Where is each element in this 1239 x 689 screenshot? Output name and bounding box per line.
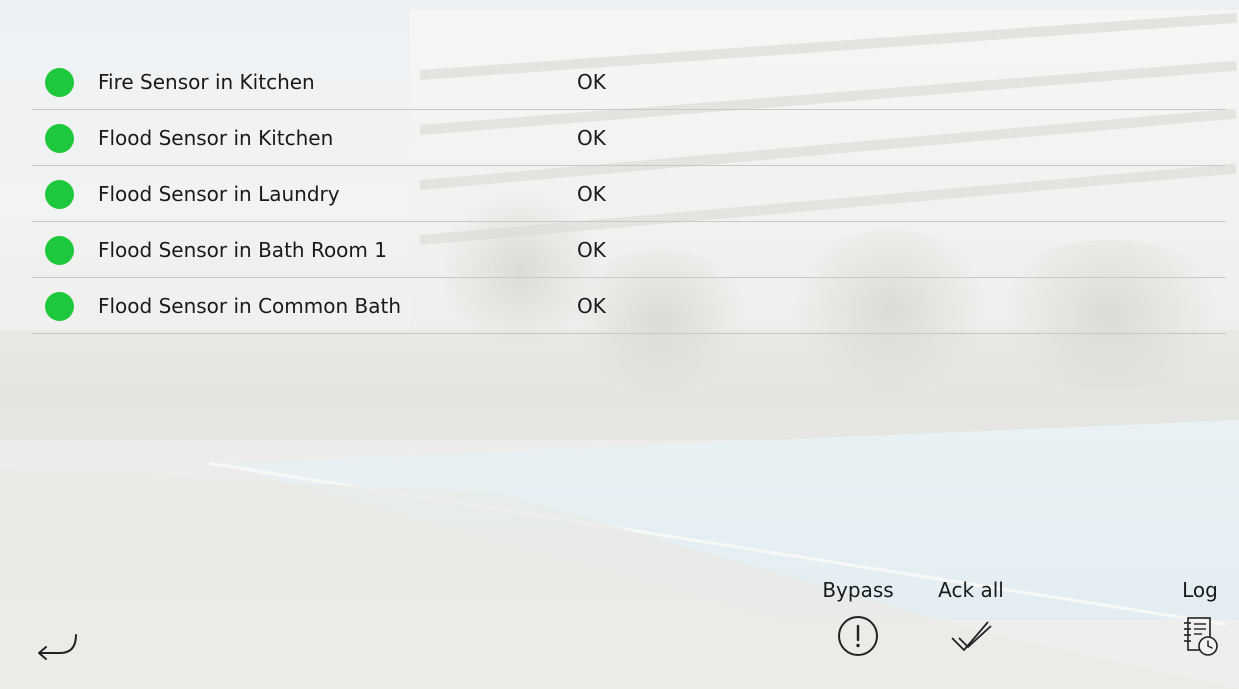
log-button[interactable]: Log <box>1170 578 1230 658</box>
sensor-name: Fire Sensor in Kitchen <box>98 70 315 94</box>
log-label: Log <box>1182 578 1218 602</box>
sensor-row-fire-kitchen[interactable]: Fire Sensor in Kitchen OK <box>32 54 1226 110</box>
sensor-row-flood-kitchen[interactable]: Flood Sensor in Kitchen OK <box>32 110 1226 166</box>
sensor-list: Fire Sensor in Kitchen OK Flood Sensor i… <box>32 54 1226 334</box>
ack-all-label: Ack all <box>938 578 1004 602</box>
sensor-status: OK <box>577 126 606 150</box>
sensor-row-flood-bath-room-1[interactable]: Flood Sensor in Bath Room 1 OK <box>32 222 1226 278</box>
back-button[interactable] <box>32 625 82 665</box>
sensor-status: OK <box>577 294 606 318</box>
status-indicator-dot <box>45 292 74 321</box>
back-arrow-icon <box>38 634 77 660</box>
status-indicator-dot <box>45 124 74 153</box>
log-clock-icon <box>1178 614 1222 658</box>
bypass-label: Bypass <box>822 578 894 602</box>
sensor-name: Flood Sensor in Laundry <box>98 182 340 206</box>
sensor-name: Flood Sensor in Common Bath <box>98 294 402 318</box>
sensor-status: OK <box>577 70 606 94</box>
sensor-name: Flood Sensor in Kitchen <box>98 126 334 150</box>
ack-all-button[interactable]: Ack all <box>928 578 1014 658</box>
sensor-status: OK <box>577 238 606 262</box>
double-check-icon <box>949 614 993 658</box>
status-indicator-dot <box>45 180 74 209</box>
exclamation-circle-icon <box>836 614 880 658</box>
status-indicator-dot <box>45 236 74 265</box>
status-indicator-dot <box>45 68 74 97</box>
sensor-name: Flood Sensor in Bath Room 1 <box>98 238 387 262</box>
sensor-row-flood-common-bath[interactable]: Flood Sensor in Common Bath OK <box>32 278 1226 334</box>
sensor-status: OK <box>577 182 606 206</box>
bypass-button[interactable]: Bypass <box>815 578 901 658</box>
sensor-row-flood-laundry[interactable]: Flood Sensor in Laundry OK <box>32 166 1226 222</box>
